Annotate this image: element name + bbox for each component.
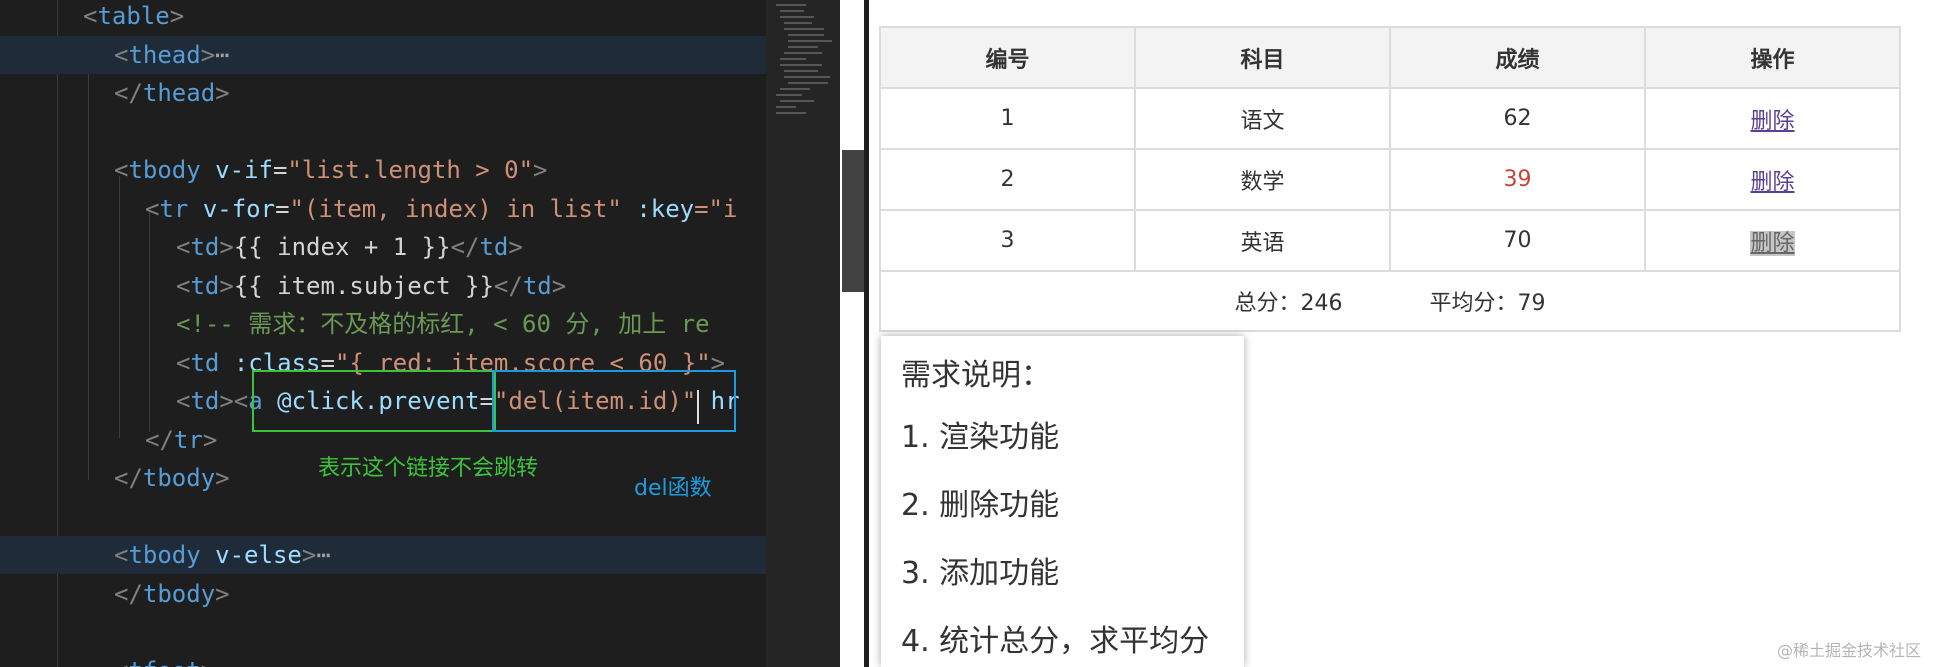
code-line[interactable]: <thead>⋯ [0, 35, 766, 74]
requirement-item: 1. 渲染功能 [901, 420, 1060, 455]
score-table: 编号 科目 成绩 操作 1 语文 62 删除 2 数学 39 删除 3 英语 7… [879, 26, 1901, 332]
cell-subject: 英语 [1133, 209, 1391, 272]
cell-score: 62 [1388, 87, 1647, 150]
total-score: 总分：246 [1234, 291, 1343, 316]
table-row: 3 英语 70 删除 [879, 209, 1901, 272]
delete-link[interactable]: 删除 [1750, 109, 1794, 134]
header-subject: 科目 [1133, 26, 1391, 89]
header-action: 操作 [1644, 26, 1901, 89]
cell-score-failing: 39 [1388, 148, 1647, 211]
browser-preview: 编号 科目 成绩 操作 1 语文 62 删除 2 数学 39 删除 3 英语 7… [869, 0, 1933, 667]
requirement-item: 3. 添加功能 [901, 556, 1060, 591]
code-line[interactable]: <td>{{ item.subject }}</td> [0, 267, 766, 305]
code-line[interactable]: <tbody v-else>⋯ [0, 536, 766, 574]
cell-id: 2 [879, 148, 1136, 211]
table-row: 2 数学 39 删除 [879, 148, 1901, 211]
cell-action: 删除 [1644, 148, 1901, 211]
code-line[interactable] [0, 113, 766, 151]
code-line[interactable]: <td><a @click.prevent="del(item.id)" hr [0, 382, 766, 420]
text-cursor [697, 390, 699, 424]
cell-subject: 数学 [1133, 148, 1391, 211]
code-line[interactable] [0, 498, 766, 536]
header-id: 编号 [879, 26, 1136, 89]
minimap[interactable] [766, 0, 840, 667]
requirement-item: 2. 删除功能 [901, 488, 1060, 523]
code-line[interactable] [0, 613, 766, 651]
editor-scrollbar[interactable] [842, 150, 864, 292]
cell-action: 删除 [1644, 87, 1901, 150]
requirement-item: 4. 统计总分，求平均分 [901, 624, 1210, 659]
summary-cell: 总分：246 平均分：79 [879, 270, 1901, 332]
header-score: 成绩 [1388, 26, 1647, 89]
code-line[interactable]: <td :class="{ red: item.score < 60 }"> [0, 344, 766, 382]
cell-action: 删除 [1644, 209, 1901, 272]
code-line[interactable]: <!-- 需求：不及格的标红, < 60 分, 加上 re [0, 305, 766, 343]
cell-id: 1 [879, 87, 1136, 150]
cell-id: 3 [879, 209, 1136, 272]
code-line[interactable]: <tfoot> [0, 652, 766, 667]
table-row: 1 语文 62 删除 [879, 87, 1901, 150]
watermark: @稀土掘金技术社区 [1776, 641, 1921, 660]
prevent-annotation: 表示这个链接不会跳转 [318, 456, 539, 481]
table-header-row: 编号 科目 成绩 操作 [879, 26, 1901, 89]
requirements-title: 需求说明： [901, 358, 1051, 393]
del-annotation: del函数 [634, 476, 712, 501]
code-line[interactable]: <td>{{ index + 1 }}</td> [0, 228, 766, 266]
cell-score: 70 [1388, 209, 1647, 272]
requirements-card: 需求说明： 1. 渲染功能 2. 删除功能 3. 添加功能 4. 统计总分，求平… [881, 336, 1244, 667]
code-editor[interactable]: <table> <thead>⋯ </thead> <tbody v-if="list… [0, 0, 766, 667]
code-line[interactable]: <tbody v-if="list.length > 0"> [0, 151, 766, 189]
code-line[interactable]: </thead> [0, 74, 766, 112]
code-line[interactable]: <table> [0, 0, 766, 35]
code-line[interactable]: </tbody> [0, 575, 766, 613]
table-footer-row: 总分：246 平均分：79 [879, 270, 1901, 332]
code-line[interactable]: <tr v-for="(item, index) in list" :key="… [0, 190, 766, 228]
cell-subject: 语文 [1133, 87, 1391, 150]
average-score: 平均分：79 [1429, 291, 1546, 316]
delete-link[interactable]: 删除 [1750, 170, 1794, 195]
delete-link[interactable]: 删除 [1750, 230, 1795, 256]
